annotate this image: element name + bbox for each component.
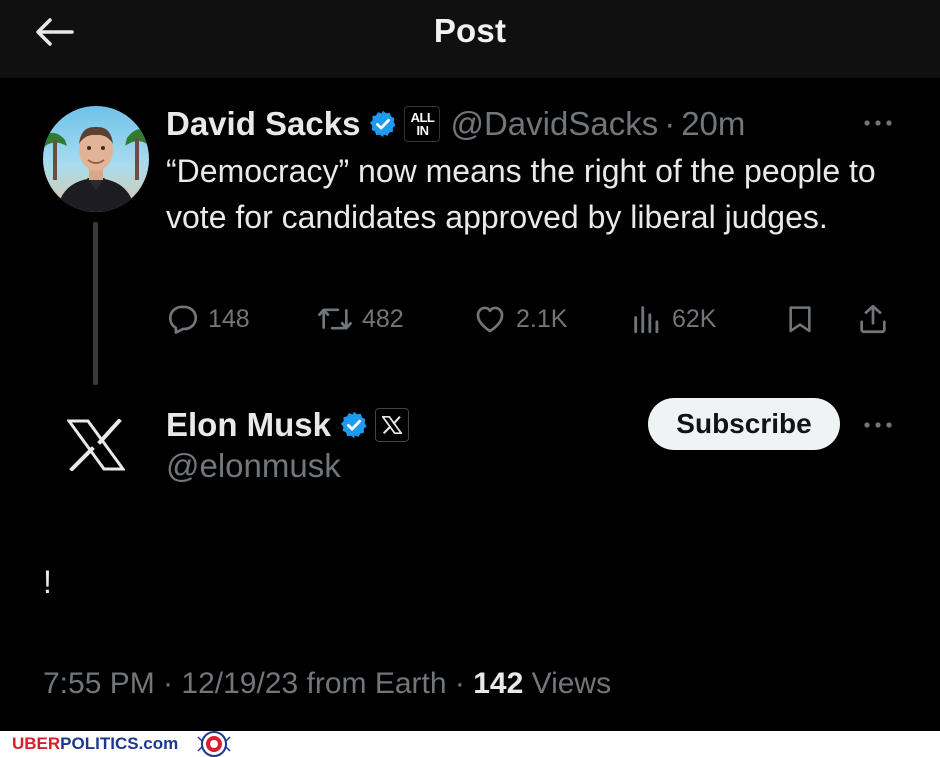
- verified-icon: [368, 109, 398, 139]
- handle[interactable]: @DavidSacks: [450, 105, 658, 143]
- views-count: 62K: [672, 304, 717, 333]
- display-name[interactable]: David Sacks: [166, 105, 360, 143]
- reply-icon: [168, 305, 198, 334]
- separator-dot: ·: [664, 105, 676, 142]
- top-bar: Post: [0, 0, 940, 78]
- x-logo-icon: [67, 419, 125, 471]
- views-label: Views: [523, 667, 612, 700]
- avatar-elon-musk[interactable]: [43, 392, 149, 498]
- thread-connector-line: [93, 222, 98, 385]
- subscribe-button[interactable]: Subscribe: [648, 398, 840, 450]
- page-title: Post: [433, 12, 507, 49]
- verified-icon: [339, 410, 369, 440]
- post-views-count: 142: [473, 667, 524, 700]
- share-button[interactable]: [856, 297, 890, 341]
- bookmark-button[interactable]: [784, 297, 816, 341]
- more-icon: [864, 120, 892, 126]
- avatar-image: [43, 106, 149, 212]
- watermark-logo-icon: [197, 731, 231, 757]
- action-bar: 148 482 2.1K 62K: [166, 297, 906, 341]
- handle[interactable]: @elonmusk: [166, 447, 341, 485]
- parent-post-header: David Sacks ALL IN @DavidSacks · 20m: [166, 102, 745, 146]
- affiliation-badge-all-in[interactable]: ALL IN: [404, 106, 441, 142]
- like-button[interactable]: 2.1K: [472, 297, 567, 341]
- watermark-bar: UBERPOLITICS.com: [0, 731, 940, 757]
- bookmark-icon: [789, 306, 811, 333]
- watermark-text: UBERPOLITICS.com: [12, 734, 179, 753]
- post-time[interactable]: 20m: [681, 105, 745, 143]
- more-options-button[interactable]: [858, 112, 898, 134]
- main-post-header: Elon Musk: [166, 403, 410, 447]
- repost-count: 482: [362, 304, 404, 333]
- more-icon: [864, 422, 892, 428]
- views-icon: [634, 306, 659, 334]
- display-name[interactable]: Elon Musk: [166, 406, 331, 444]
- like-icon: [476, 306, 504, 333]
- share-icon: [860, 304, 886, 334]
- more-options-button[interactable]: [858, 414, 898, 436]
- reply-button[interactable]: 148: [166, 297, 250, 341]
- x-logo-icon: [382, 416, 403, 434]
- main-post-text: !: [43, 564, 52, 600]
- post-metadata: 7:55 PM · 12/19/23 from Earth · 142 View…: [43, 667, 611, 701]
- views-button[interactable]: 62K: [630, 297, 716, 341]
- repost-button[interactable]: 482: [316, 297, 404, 341]
- reply-count: 148: [208, 304, 250, 333]
- parent-post-text: “Democracy” now means the right of the p…: [166, 153, 876, 235]
- like-count: 2.1K: [516, 304, 568, 333]
- avatar-david-sacks[interactable]: [43, 106, 149, 212]
- repost-icon: [318, 308, 352, 330]
- post-timestamp[interactable]: 7:55 PM · 12/19/23 from Earth ·: [43, 667, 473, 700]
- affiliation-badge-x[interactable]: [375, 408, 410, 442]
